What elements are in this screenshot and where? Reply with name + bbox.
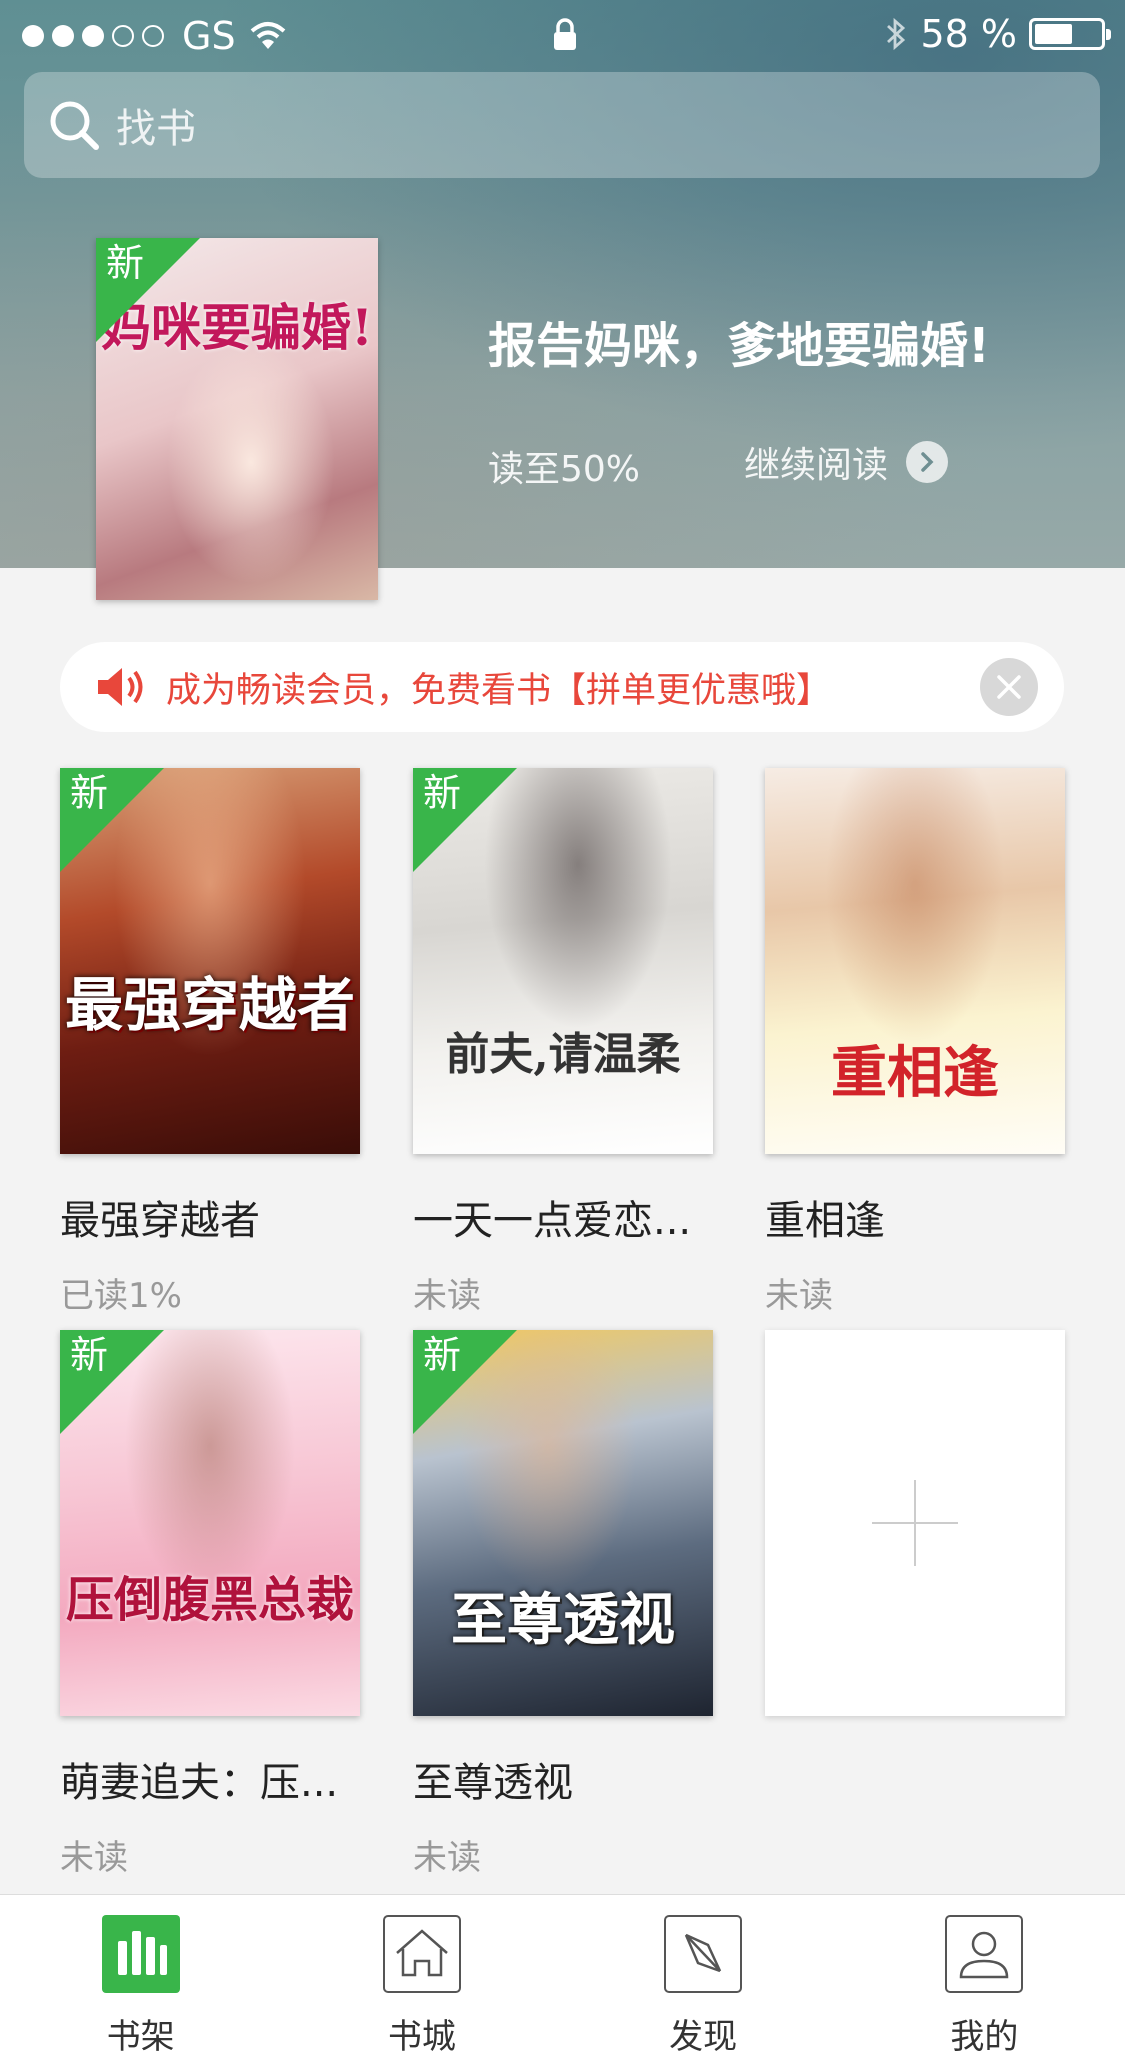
book-item[interactable]: 前夫,请温柔 新 一天一点爱恋... 未读: [413, 768, 713, 1317]
bookshelf-icon: [101, 1915, 180, 1993]
hero-book-cover[interactable]: 妈咪要骗婚! 新: [96, 238, 378, 600]
book-item[interactable]: 最强穿越者 新 最强穿越者 已读1%: [60, 768, 360, 1317]
book-read-status: 已读1%: [60, 1276, 182, 1316]
chevron-right-icon: [906, 441, 949, 483]
signal-dot-empty-icon: [112, 25, 134, 47]
signal-dot-icon: [22, 25, 44, 47]
search-icon: [50, 101, 99, 150]
speaker-icon: [98, 668, 143, 706]
book-item[interactable]: 至尊透视 新 至尊透视 未读: [413, 1330, 713, 1879]
book-read-status: 未读: [413, 1838, 481, 1878]
new-badge: 新: [70, 1333, 109, 1377]
battery-icon: [1029, 18, 1111, 50]
search-placeholder: 找书: [116, 106, 196, 152]
bottom-tab-bar: 书架 书城 发现 我的: [0, 1894, 1125, 2071]
lock-icon: [554, 18, 576, 50]
book-cover[interactable]: 压倒腹黑总裁 新: [60, 1330, 360, 1716]
continue-reading-button[interactable]: 继续阅读: [744, 436, 949, 488]
bookstore-home-icon: [382, 1915, 461, 1993]
wifi-icon: [250, 22, 285, 49]
book-cover-title: 前夫,请温柔: [445, 1029, 681, 1080]
book-cover[interactable]: 最强穿越者 新: [60, 768, 360, 1154]
book-read-status: 未读: [765, 1276, 833, 1316]
continue-reading-label: 继续阅读: [744, 445, 889, 486]
signal-dot-empty-icon: [142, 25, 164, 47]
book-cover[interactable]: 前夫,请温柔 新: [413, 768, 713, 1154]
new-badge: 新: [106, 241, 145, 285]
book-item[interactable]: 重相逢 重相逢 未读: [765, 768, 1065, 1317]
new-badge: 新: [423, 1333, 462, 1377]
bluetooth-icon: [887, 17, 906, 51]
tab-label: 书城: [387, 2017, 456, 2057]
tab-discover[interactable]: 发现: [563, 1895, 844, 2071]
battery-percent: 58 %: [920, 12, 1017, 56]
signal-dot-icon: [52, 25, 74, 47]
hero-reading-progress: 读至50%: [488, 449, 641, 490]
book-cover[interactable]: 重相逢: [765, 768, 1065, 1154]
new-badge: 新: [70, 771, 109, 815]
membership-notice[interactable]: 成为畅读会员，免费看书【拼单更优惠哦】: [60, 642, 1064, 732]
close-notice-button[interactable]: [980, 658, 1038, 716]
tab-bookstore[interactable]: 书城: [281, 1895, 562, 2071]
add-book-button[interactable]: [765, 1330, 1065, 1716]
tab-label: 书架: [106, 2017, 175, 2057]
tab-profile[interactable]: 我的: [844, 1895, 1125, 2071]
book-cover-title: 最强穿越者: [64, 971, 355, 1039]
signal-dot-icon: [82, 25, 104, 47]
status-bar: GS 58 %: [0, 0, 1125, 72]
tab-label: 我的: [950, 2017, 1019, 2057]
close-icon: [997, 675, 1021, 699]
book-cover-title: 至尊透视: [451, 1588, 675, 1653]
book-title: 至尊透视: [413, 1760, 573, 1806]
status-right: 58 %: [884, 12, 1111, 56]
signal-carrier: GS: [22, 14, 286, 58]
book-read-status: 未读: [60, 1838, 128, 1878]
new-badge: 新: [423, 771, 462, 815]
book-cover-title: 压倒腹黑总裁: [65, 1572, 354, 1628]
book-cover[interactable]: 至尊透视 新: [413, 1330, 713, 1716]
plus-icon: [872, 1480, 958, 1566]
book-item[interactable]: 压倒腹黑总裁 新 萌妻追夫：压... 未读: [60, 1330, 360, 1879]
book-cover-title: 重相逢: [831, 1040, 999, 1106]
book-read-status: 未读: [413, 1276, 481, 1316]
notice-text: 成为畅读会员，免费看书【拼单更优惠哦】: [166, 670, 832, 711]
carrier-name: GS: [182, 14, 236, 58]
compass-icon: [664, 1915, 743, 1993]
book-title: 最强穿越者: [60, 1198, 260, 1244]
book-title: 萌妻追夫：压...: [60, 1760, 339, 1806]
tab-bookshelf[interactable]: 书架: [0, 1895, 281, 2071]
search-bar[interactable]: 找书: [24, 72, 1100, 178]
book-title: 一天一点爱恋...: [413, 1198, 692, 1244]
book-title: 重相逢: [765, 1198, 885, 1244]
hero-book-title[interactable]: 报告妈咪，爹地要骗婚!: [488, 306, 990, 376]
tab-label: 发现: [669, 2017, 738, 2057]
profile-icon: [945, 1915, 1024, 1993]
